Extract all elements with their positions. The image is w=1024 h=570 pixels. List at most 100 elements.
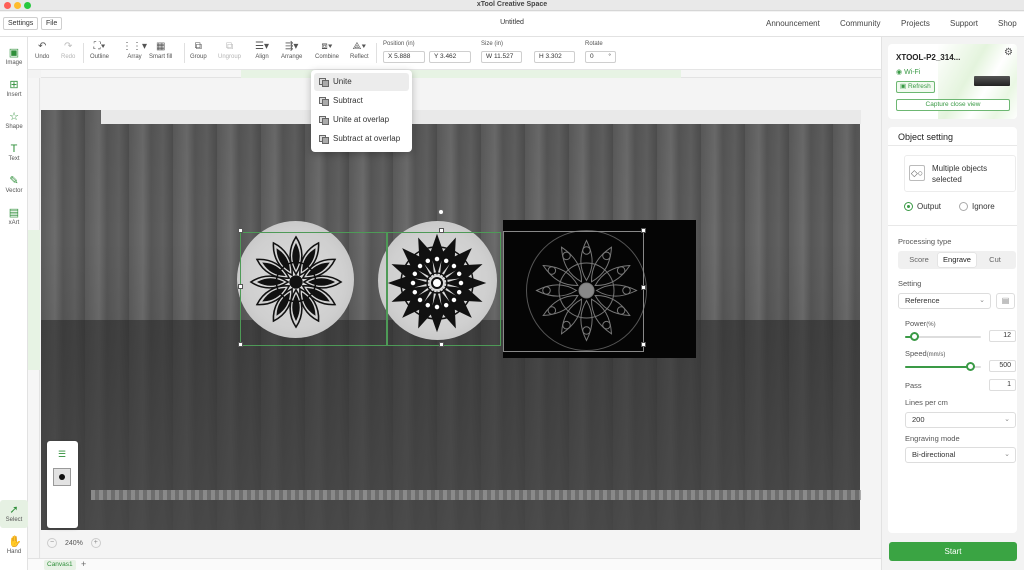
menu-item-unite-at-overlap[interactable]: Unite at overlap <box>314 111 409 129</box>
tool-vector-label: Vector <box>5 188 23 194</box>
reflect-button[interactable]: ⟁▾ Reflect <box>350 41 369 60</box>
align-label: Align <box>255 54 269 60</box>
reflect-icon: ⟁▾ <box>352 41 367 52</box>
size-width-input[interactable]: W 11.527 <box>481 51 522 63</box>
tool-text[interactable]: T Text <box>0 139 28 167</box>
horizontal-ruler <box>41 70 881 78</box>
nav-announcement[interactable]: Announcement <box>766 19 820 28</box>
speed-slider[interactable] <box>905 362 981 371</box>
power-slider[interactable] <box>905 332 981 341</box>
rotate-input[interactable]: 0 ° <box>585 51 616 63</box>
resize-handle[interactable] <box>641 285 646 290</box>
layer-thumbnail[interactable] <box>53 468 71 486</box>
resize-handle[interactable] <box>439 342 444 347</box>
pass-input[interactable]: 1 <box>989 379 1016 391</box>
engraving-mode-label: Engraving mode <box>905 434 960 443</box>
setting-select[interactable]: Reference ⌄ <box>898 293 991 309</box>
zoom-level[interactable]: 240% <box>65 540 83 547</box>
refresh-icon: ▣ <box>900 83 908 90</box>
insert-icon: ⊞ <box>9 79 19 91</box>
outline-button[interactable]: ⛶▾ Outline <box>90 41 109 60</box>
zoom-control: − 240% + <box>47 538 101 550</box>
tool-insert[interactable]: ⊞ Insert <box>0 75 28 103</box>
tool-vector[interactable]: ✎ Vector <box>0 171 28 199</box>
processing-type-switch: Score Engrave Cut <box>898 251 1016 269</box>
ignore-radio[interactable]: Ignore <box>959 202 995 212</box>
nav-projects[interactable]: Projects <box>901 19 930 28</box>
undo-button[interactable]: ↶ Undo <box>35 41 49 60</box>
resize-handle[interactable] <box>439 228 444 233</box>
resize-handle[interactable] <box>641 342 646 347</box>
combine-icon: ⧈▾ <box>321 41 333 52</box>
tool-xart[interactable]: ▤ xArt <box>0 203 28 231</box>
tool-insert-label: Insert <box>6 92 22 98</box>
save-preset-icon[interactable]: ▤ <box>996 293 1015 309</box>
processing-engrave[interactable]: Engrave <box>938 253 976 267</box>
tool-hand[interactable]: ✋ Hand <box>0 532 28 560</box>
menu-item-subtract-at-overlap[interactable]: Subtract at overlap <box>314 130 409 148</box>
gear-icon[interactable]: ⚙ <box>1004 47 1013 58</box>
unite-icon <box>319 78 329 87</box>
object-selection-box <box>240 232 387 346</box>
rotation-handle[interactable] <box>438 209 444 215</box>
resize-handle[interactable] <box>238 228 243 233</box>
zoom-in-button[interactable]: + <box>90 538 101 548</box>
unite-overlap-icon <box>319 116 329 125</box>
multiple-objects-icon: ◇○ <box>909 165 925 181</box>
layer-list-icon[interactable]: ☰ <box>58 449 66 460</box>
lines-per-cm-label: Lines per cm <box>905 398 948 407</box>
speed-slider-knob[interactable] <box>966 362 975 371</box>
menu-item-subtract[interactable]: Subtract <box>314 92 409 110</box>
chevron-down-icon: ⌄ <box>979 297 985 304</box>
arrange-label: Arrange <box>281 54 303 60</box>
processing-score[interactable]: Score <box>900 253 938 267</box>
speed-input[interactable]: 500 <box>989 360 1016 372</box>
subtract-icon <box>319 97 329 106</box>
nav-shop[interactable]: Shop <box>998 19 1017 28</box>
resize-handle[interactable] <box>238 342 243 347</box>
smart-fill-icon: ▦ <box>155 41 166 52</box>
smart-fill-button[interactable]: ▦ Smart fill <box>149 41 172 60</box>
degree-unit: ° <box>608 53 611 60</box>
capture-close-view-button[interactable]: Capture close view <box>896 99 1010 111</box>
refresh-button[interactable]: ▣ Refresh <box>896 81 935 93</box>
text-icon: T <box>10 143 18 155</box>
group-button[interactable]: ⧉ Group <box>190 41 207 60</box>
power-input[interactable]: 12 <box>989 330 1016 342</box>
lines-per-cm-select[interactable]: 200 ⌄ <box>905 412 1016 428</box>
zoom-out-button[interactable]: − <box>47 538 57 548</box>
tab-canvas1[interactable]: Canvas1 <box>44 560 76 570</box>
array-button[interactable]: ⋮⋮▾ Array <box>122 41 147 60</box>
combine-button[interactable]: ⧈▾ Combine <box>315 41 339 60</box>
position-y-input[interactable]: Y 3.462 <box>429 51 471 63</box>
nav-community[interactable]: Community <box>840 19 880 28</box>
tool-image[interactable]: ▣ Image <box>0 43 28 71</box>
position-x-input[interactable]: X 5.888 <box>383 51 425 63</box>
processing-type-label: Processing type <box>898 237 952 246</box>
power-slider-knob[interactable] <box>910 332 919 341</box>
tool-shape[interactable]: ☆ Shape <box>0 107 28 135</box>
device-name[interactable]: XTOOL-P2_314... <box>896 53 960 62</box>
nav-support[interactable]: Support <box>950 19 978 28</box>
processing-cut[interactable]: Cut <box>976 253 1014 267</box>
output-radio[interactable]: Output <box>904 202 941 212</box>
design-canvas[interactable] <box>41 78 881 558</box>
redo-button[interactable]: ↷ Redo <box>61 41 75 60</box>
top-toolbar: ↶ Undo ↷ Redo ⛶▾ Outline ⋮⋮▾ Array ▦ Sma… <box>28 37 881 70</box>
tool-select[interactable]: ➚ Select <box>0 500 28 528</box>
resize-handle[interactable] <box>238 284 243 289</box>
ungroup-button[interactable]: ⧉ Ungroup <box>218 41 241 60</box>
outline-label: Outline <box>90 54 110 60</box>
resize-handle[interactable] <box>641 228 646 233</box>
align-button[interactable]: ☰▾ Align <box>255 41 269 60</box>
reflect-label: Reflect <box>350 54 369 60</box>
arrange-button[interactable]: ⇶▾ Arrange <box>281 41 302 60</box>
undo-label: Undo <box>35 54 50 60</box>
rotate-value: 0 <box>590 53 594 60</box>
tool-hand-label: Hand <box>6 549 22 555</box>
add-canvas-button[interactable]: + <box>81 559 86 569</box>
start-button[interactable]: Start <box>889 542 1017 561</box>
menu-item-unite[interactable]: Unite <box>314 73 409 91</box>
engraving-mode-select[interactable]: Bi-directional ⌄ <box>905 447 1016 463</box>
size-height-input[interactable]: H 3.302 <box>534 51 575 63</box>
